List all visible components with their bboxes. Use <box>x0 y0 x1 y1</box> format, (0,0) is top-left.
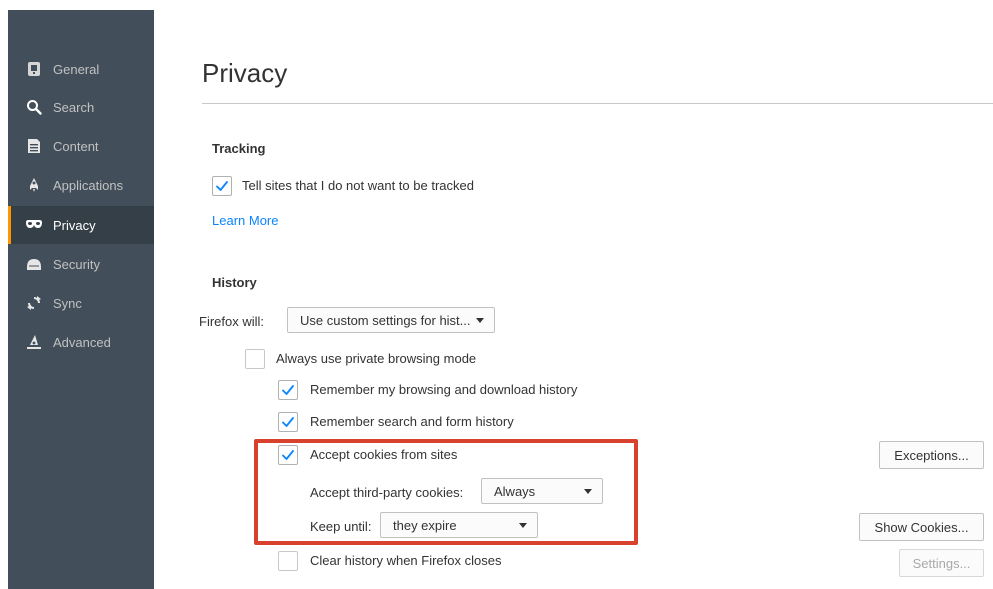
sync-icon <box>25 294 43 312</box>
title-divider <box>202 103 993 104</box>
dnt-checkbox[interactable] <box>212 176 232 196</box>
sidebar-item-advanced[interactable]: Advanced <box>8 323 154 361</box>
remember-browsing-checkbox[interactable] <box>278 380 298 400</box>
sidebar-item-label: Search <box>53 99 95 115</box>
sidebar-item-label: Advanced <box>53 334 111 350</box>
sidebar-item-label: Privacy <box>53 217 96 233</box>
chevron-down-icon <box>476 318 484 323</box>
sidebar-item-security[interactable]: Security <box>8 245 154 283</box>
sidebar-item-sync[interactable]: Sync <box>8 284 154 322</box>
sidebar-item-label: Security <box>53 256 100 272</box>
sidebar-item-label: Applications <box>53 177 124 193</box>
main-pane: Privacy Tracking Tell sites that I do no… <box>154 10 993 589</box>
remember-search-checkbox[interactable] <box>278 412 298 432</box>
remember-search-label: Remember search and form history <box>310 414 514 429</box>
show-cookies-button[interactable]: Show Cookies... <box>859 513 984 541</box>
sidebar-item-label: General <box>53 61 100 77</box>
sidebar-item-search[interactable]: Search <box>8 88 154 126</box>
security-icon <box>25 255 43 273</box>
sidebar-item-applications[interactable]: Applications <box>8 166 154 204</box>
privacy-mask-icon <box>25 216 43 234</box>
firefox-will-label: Firefox will: <box>199 314 265 329</box>
checkmark-icon <box>282 417 294 427</box>
always-private-checkbox[interactable] <box>245 349 265 369</box>
sidebar: General Search Content Applications Priv… <box>8 10 154 589</box>
sidebar-item-general[interactable]: General <box>8 50 154 88</box>
always-private-label: Always use private browsing mode <box>276 351 477 366</box>
window-edge <box>0 0 8 589</box>
tracking-heading: Tracking <box>212 141 266 156</box>
history-mode-value: Use custom settings for hist... <box>300 312 471 328</box>
search-icon <box>25 98 43 116</box>
clear-history-label: Clear history when Firefox closes <box>310 553 502 568</box>
advanced-icon <box>25 333 43 351</box>
page-title: Privacy <box>202 58 288 88</box>
learn-more-link[interactable]: Learn More <box>212 213 278 228</box>
checkmark-icon <box>216 181 228 191</box>
exceptions-button[interactable]: Exceptions... <box>879 441 984 469</box>
clear-history-checkbox[interactable] <box>278 551 298 571</box>
applications-icon <box>25 176 43 194</box>
sidebar-item-content[interactable]: Content <box>8 127 154 165</box>
history-heading: History <box>212 275 257 290</box>
dnt-label: Tell sites that I do not want to be trac… <box>242 178 474 193</box>
content-icon <box>25 137 43 155</box>
sidebar-item-label: Sync <box>53 295 82 311</box>
settings-button[interactable]: Settings... <box>899 549 984 577</box>
checkmark-icon <box>282 385 294 395</box>
history-mode-select[interactable]: Use custom settings for hist... <box>287 307 495 333</box>
sidebar-item-privacy[interactable]: Privacy <box>8 206 154 244</box>
remember-browsing-label: Remember my browsing and download histor… <box>310 382 578 397</box>
sidebar-item-label: Content <box>53 138 99 154</box>
general-icon <box>25 60 43 78</box>
highlight-box <box>254 439 638 545</box>
